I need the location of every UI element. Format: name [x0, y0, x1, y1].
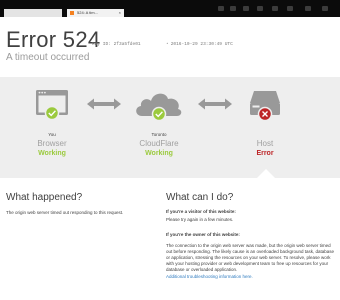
visitor-question: If you're a visitor of this website: [166, 209, 236, 214]
tray-icon-5[interactable] [272, 6, 278, 11]
tab-close-icon[interactable]: × [119, 9, 121, 17]
cloudflare-favicon-icon [70, 10, 74, 15]
what-can-i-do-heading: What can I do? [166, 192, 234, 203]
status-cloudflare-label: CloudFlare [139, 139, 179, 148]
what-happened-section: What happened? The origin web server tim… [6, 192, 156, 216]
ray-id-text: Ray ID: 2f3a5fde01 [92, 42, 141, 47]
error-title: Error 524 [6, 27, 101, 52]
status-cloudflare: Toronto CloudFlare Working [124, 86, 194, 158]
status-browser-location: You [48, 132, 56, 137]
tray-icon-4[interactable] [257, 6, 263, 11]
browser-window-icon [36, 90, 68, 121]
browser-tab-active[interactable]: 524: A tim... × [67, 9, 124, 17]
what-happened-text: The origin web server timed out respondi… [6, 210, 124, 215]
double-arrow-icon [198, 98, 232, 110]
server-drive-icon [250, 91, 280, 122]
system-tray [210, 0, 340, 17]
ray-id: Ray ID: 2f3a5fde01 [92, 42, 141, 48]
what-can-i-do-section: What can I do? If you're a visitor of th… [166, 192, 338, 280]
status-browser-state: Working [38, 150, 66, 157]
owner-answer: The connection to the origin web server … [166, 242, 335, 273]
browser-tab-active-label: 524: A tim... [77, 10, 98, 15]
status-host-label: Host [256, 139, 274, 148]
error-x-icon [257, 106, 273, 122]
check-icon [44, 105, 60, 121]
timestamp: • 2016-10-29 23:30:49 UTC [166, 42, 233, 48]
status-cloudflare-location: Toronto [151, 132, 167, 137]
tray-icon-2[interactable] [230, 6, 236, 11]
cloud-icon [136, 93, 182, 122]
visitor-answer: Please try again in a few minutes. [166, 217, 234, 223]
bullet-icon: • [166, 42, 169, 47]
tray-icon-8[interactable] [322, 6, 328, 11]
status-cloudflare-state: Working [145, 150, 173, 157]
host-pointer-notch [257, 169, 275, 178]
troubleshooting-link[interactable]: Additional troubleshooting information h… [166, 274, 253, 279]
status-browser-label: Browser [37, 139, 67, 148]
owner-question: If you're the owner of this website: [166, 232, 240, 238]
status-host: Host Error [230, 86, 300, 158]
tray-icon-3[interactable] [243, 6, 249, 11]
tray-icon-6[interactable] [287, 6, 293, 11]
what-happened-heading: What happened? [6, 192, 83, 203]
status-host-location [230, 132, 300, 138]
browser-tab-bar: 524: A tim... × [0, 0, 340, 17]
browser-tab-1[interactable] [4, 9, 62, 17]
status-host-state: Error [256, 150, 274, 157]
timestamp-text: 2016-10-29 23:30:49 UTC [170, 42, 233, 47]
tray-icon-1[interactable] [218, 6, 224, 11]
error-subtitle: A timeout occurred [6, 52, 90, 63]
status-browser: You Browser Working [17, 86, 87, 158]
double-arrow-icon [87, 98, 121, 110]
check-icon [151, 106, 167, 122]
tray-icon-7[interactable] [305, 6, 311, 11]
